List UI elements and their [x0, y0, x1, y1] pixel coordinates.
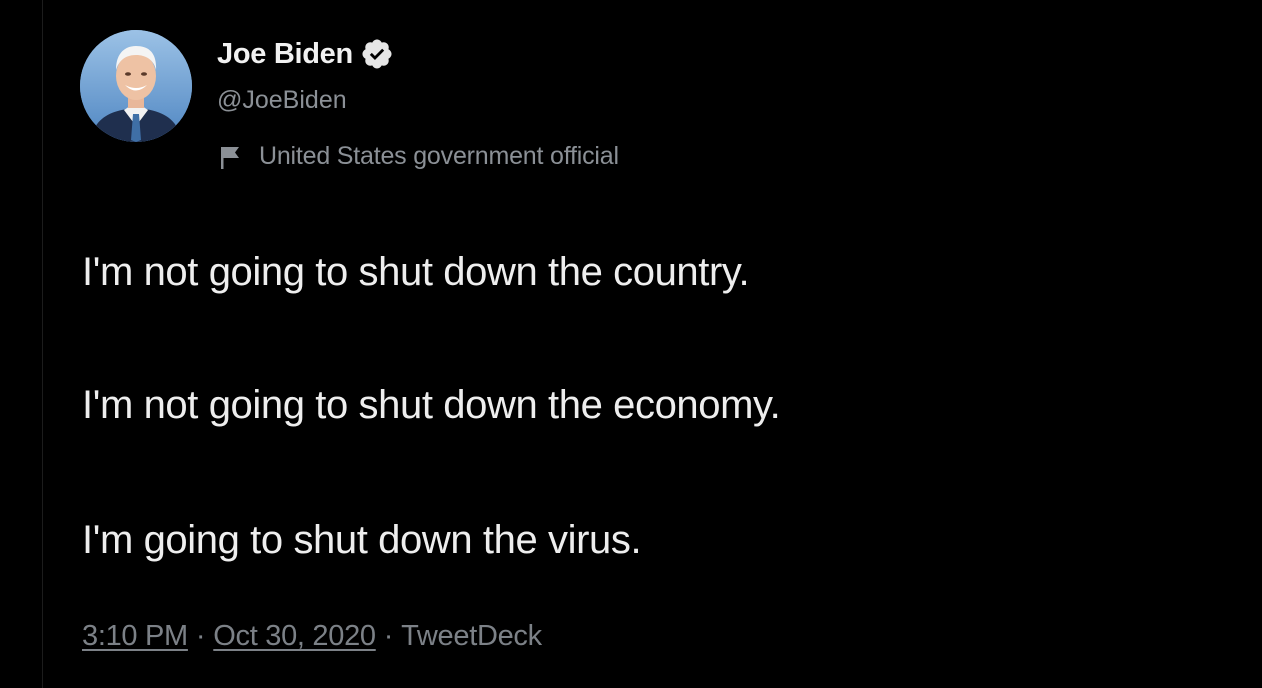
tweet-source: TweetDeck — [401, 620, 542, 652]
author-display-name[interactable]: Joe Biden — [217, 38, 353, 71]
government-label[interactable]: United States government official — [219, 142, 619, 171]
tweet-text-line: I'm going to shut down the virus. — [82, 518, 642, 562]
author-name-row: Joe Biden — [217, 32, 394, 76]
avatar-image — [80, 30, 192, 142]
tweet-text-line: I'm not going to shut down the economy. — [82, 383, 781, 427]
tweet-card: Joe Biden @JoeBiden United States govern… — [0, 0, 1262, 688]
meta-separator: · — [383, 620, 394, 652]
tweet-text-line: I'm not going to shut down the country. — [82, 250, 750, 294]
verified-badge-icon — [360, 37, 394, 71]
government-label-text: United States government official — [259, 142, 619, 170]
tweet-meta: 3:10 PM · Oct 30, 2020 · TweetDeck — [82, 620, 542, 653]
tweet-date-link[interactable]: Oct 30, 2020 — [213, 620, 376, 653]
meta-separator: · — [195, 620, 206, 652]
flag-icon — [219, 144, 243, 170]
tweet-time-link[interactable]: 3:10 PM — [82, 620, 188, 653]
author-handle[interactable]: @JoeBiden — [217, 86, 347, 115]
avatar[interactable] — [80, 30, 192, 142]
